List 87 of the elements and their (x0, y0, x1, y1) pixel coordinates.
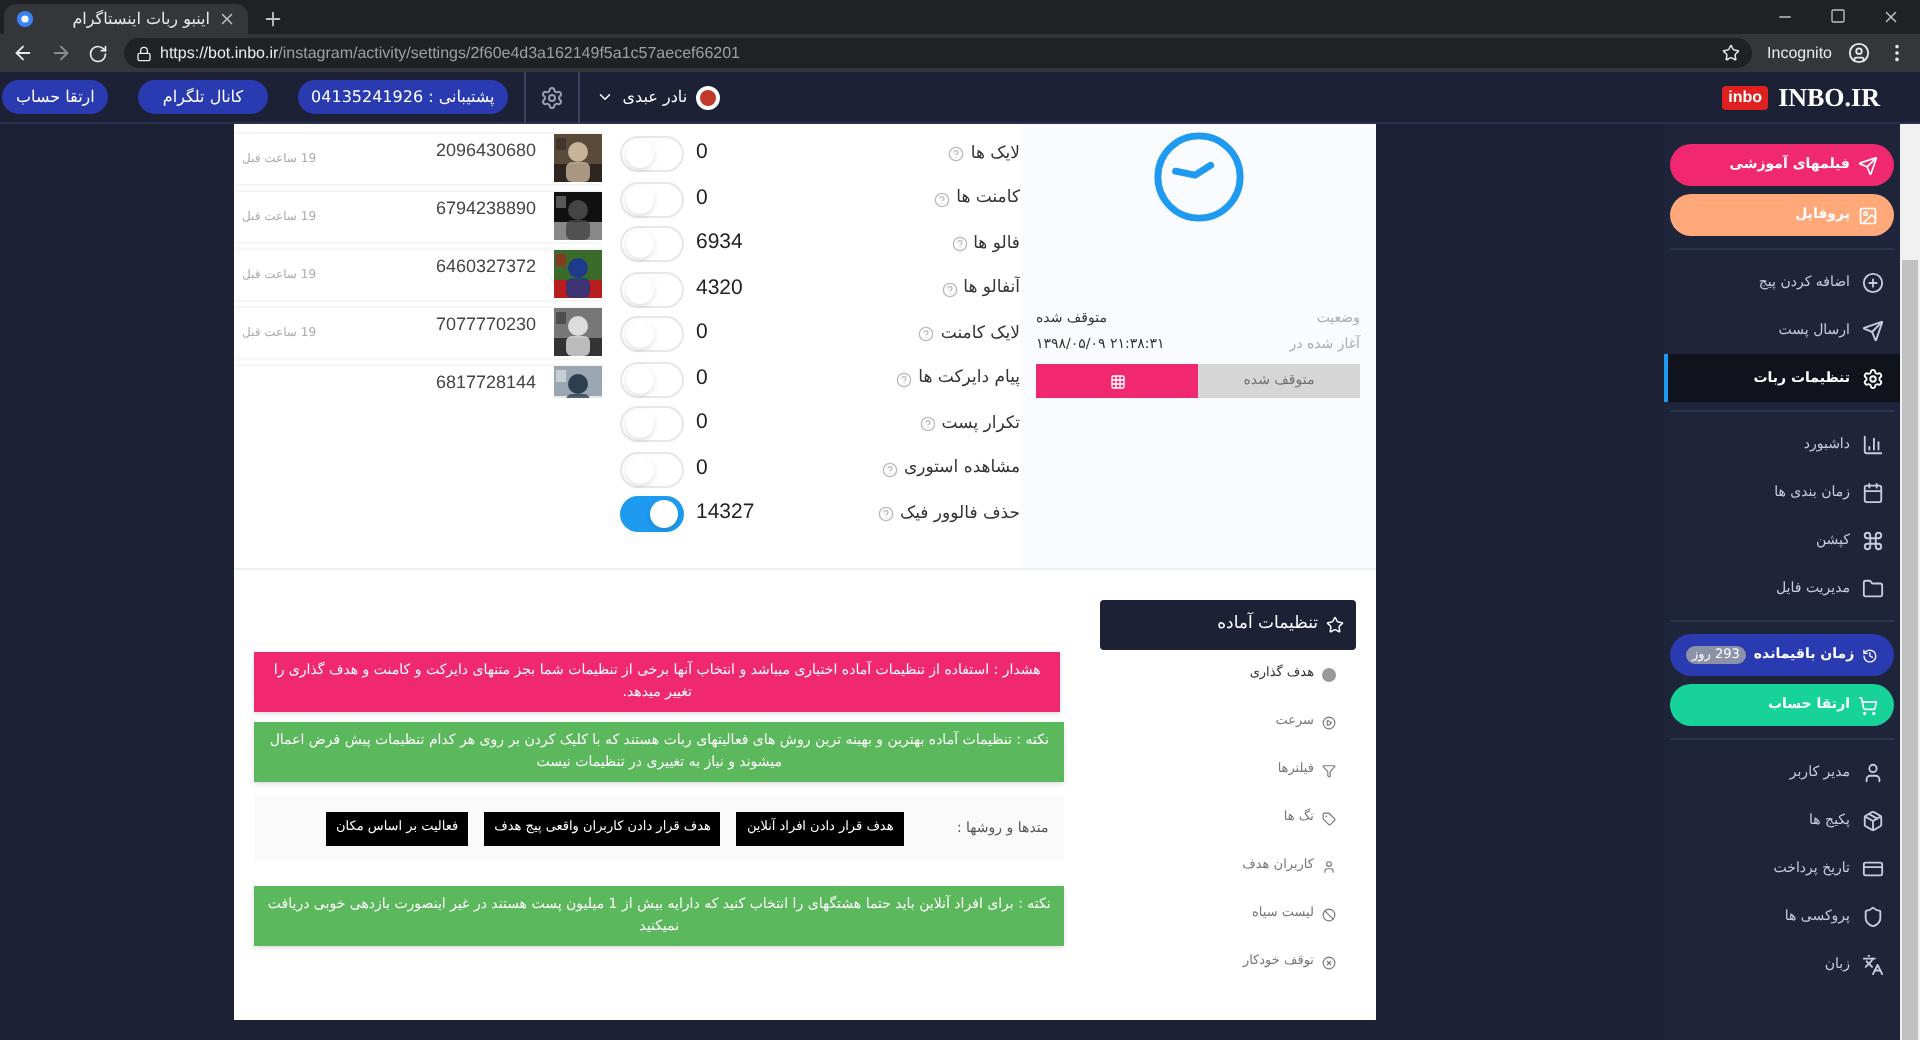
package-icon (1862, 809, 1884, 831)
address-bar[interactable]: https://bot.inbo.ir/instagram/activity/settings/2f60e4d3a162149f5a1c57aecef66201 (124, 38, 1752, 68)
filter-icon (1322, 763, 1336, 777)
stat-value: 6934 (696, 228, 745, 259)
send-icon (1862, 319, 1884, 341)
help-icon[interactable] (877, 506, 894, 523)
logo-text: INBO.IR (1778, 79, 1880, 116)
help-icon[interactable] (918, 326, 935, 343)
send-icon (1858, 155, 1878, 175)
grid-icon (1109, 373, 1125, 389)
incognito-avatar-icon[interactable] (1848, 42, 1870, 64)
close-icon[interactable] (218, 10, 236, 28)
stat-value: 0 (696, 318, 710, 349)
help-icon[interactable] (881, 461, 898, 478)
site-icon (16, 10, 34, 28)
reload-icon[interactable] (88, 43, 108, 63)
stat-value: 14327 (696, 498, 757, 529)
calendar-icon (1862, 481, 1884, 503)
stat-value: 0 (696, 183, 710, 214)
plus-circle-icon (1862, 271, 1884, 293)
stat-label: فالو ها (973, 231, 1020, 258)
stat-value: 0 (696, 138, 710, 169)
activity-id: 7077770230 (435, 312, 536, 338)
shield-icon (1862, 905, 1884, 927)
avatar-icon (695, 85, 720, 109)
activity-id: 2096430680 (435, 138, 536, 164)
maximize-icon[interactable] (1830, 8, 1846, 24)
activity-id: 6817728144 (435, 370, 536, 396)
stat-value: 4320 (696, 273, 745, 304)
browser-tab[interactable]: اینبو ربات اینستاگرام (4, 4, 248, 34)
credit-card-icon (1862, 857, 1884, 879)
stat-label: لایک ها (970, 141, 1020, 168)
forward-icon[interactable] (50, 42, 72, 64)
user-menu[interactable]: نادر عبدی (596, 85, 720, 109)
user-name: نادر عبدی (622, 85, 688, 109)
bar-chart-icon (1862, 433, 1884, 455)
help-icon[interactable] (951, 236, 968, 253)
play-circle-icon (1322, 715, 1336, 729)
stat-label: پیام دایرکت ها (918, 366, 1020, 393)
help-icon[interactable] (948, 146, 965, 163)
url-text: https://bot.inbo.ir/instagram/activity/settings/2f60e4d3a162149f5a1c57aecef66201 (160, 41, 740, 65)
stop-circle-icon (1322, 955, 1336, 969)
presets-title: تنظیمات آماده (1217, 612, 1318, 638)
lock-icon (136, 45, 152, 61)
stat-value: 0 (696, 453, 710, 484)
activity-id: 6460327372 (435, 254, 536, 280)
stat-label: لایک کامنت (940, 321, 1020, 348)
user-icon (1862, 761, 1884, 783)
command-icon (1862, 529, 1884, 551)
user-icon (1322, 859, 1336, 873)
stat-label: کامنت ها (956, 186, 1020, 213)
stat-label: تکرار پست (941, 411, 1020, 438)
help-icon[interactable] (919, 416, 936, 433)
stat-label: آنفالو ها (963, 276, 1020, 303)
new-tab-icon[interactable] (262, 8, 284, 30)
telegram-button[interactable]: کانال تلگرام (138, 80, 268, 114)
help-icon[interactable] (941, 281, 958, 298)
history-icon (1862, 645, 1878, 665)
start-button[interactable] (1036, 364, 1198, 398)
tab-title: اینبو ربات اینستاگرام (70, 7, 210, 31)
bookmark-star-icon[interactable] (1721, 44, 1740, 62)
incognito-label: Incognito (1767, 41, 1832, 65)
star-icon (1326, 616, 1344, 634)
stat-value: 0 (696, 408, 710, 439)
stat-value: 0 (696, 363, 710, 394)
support-button[interactable]: پشتیبانی : 04135241926 (297, 80, 509, 114)
toggle-switch[interactable] (620, 496, 684, 533)
language-icon (1862, 953, 1884, 975)
stat-label: مشاهده استوری (903, 456, 1020, 483)
activity-row[interactable]: 6817728144 (234, 366, 602, 398)
back-icon[interactable] (12, 42, 34, 64)
logo-badge: inbo (1722, 85, 1769, 109)
settings-icon[interactable] (540, 85, 565, 109)
settings-icon (1862, 367, 1884, 389)
clock-icon (1151, 130, 1245, 224)
image-icon (1858, 205, 1878, 225)
caret-icon (596, 88, 615, 106)
help-icon[interactable] (896, 371, 913, 388)
stat-label: حذف فالوور فیک (899, 501, 1020, 528)
help-icon[interactable] (934, 191, 951, 208)
tag-icon (1322, 811, 1336, 825)
folder-icon (1862, 577, 1884, 599)
close-icon[interactable] (1882, 8, 1900, 26)
upgrade-button[interactable]: ارتقا حساب (2, 80, 109, 114)
block-icon (1322, 907, 1336, 921)
cart-icon (1858, 695, 1878, 715)
activity-id: 6794238890 (435, 196, 536, 222)
